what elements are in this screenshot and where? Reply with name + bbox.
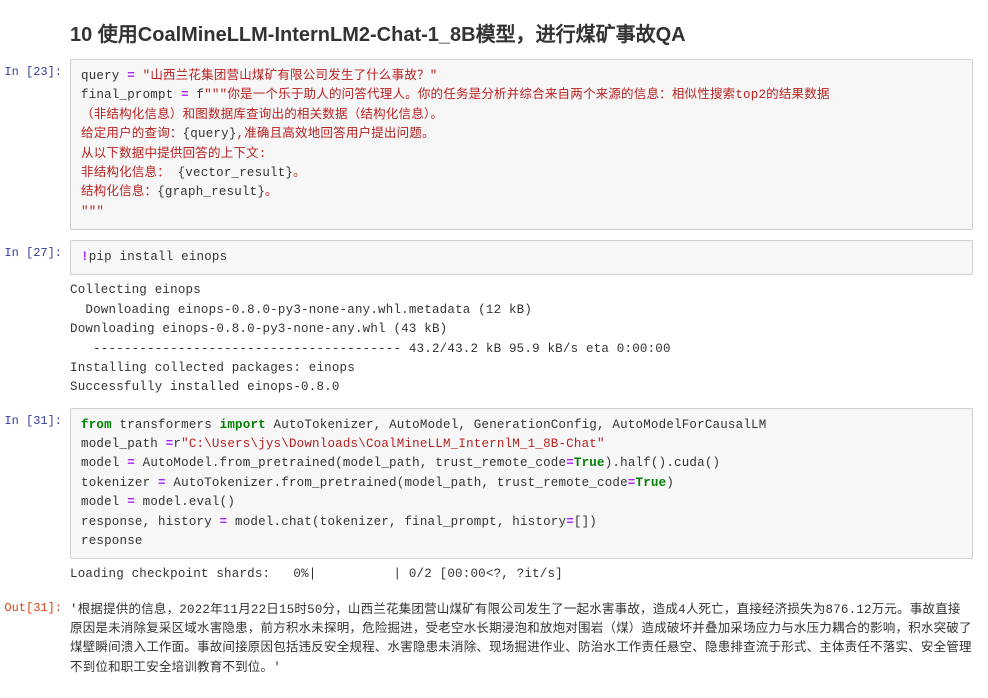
code-token: query [81, 69, 127, 83]
code-cell-31: In [31]: from transformers import AutoTo… [0, 408, 988, 585]
code-token: tokenizer [81, 476, 158, 490]
code-token: response, history [81, 515, 220, 529]
code-token: []) [574, 515, 597, 529]
code-token: model [81, 456, 127, 470]
stdout-output: Collecting einops Downloading einops-0.8… [70, 275, 973, 397]
code-input[interactable]: query = "山西兰花集团营山煤矿有限公司发生了什么事故？" final_p… [70, 59, 973, 230]
code-input[interactable]: from transformers import AutoTokenizer, … [70, 408, 973, 560]
code-token: model_path [81, 437, 166, 451]
code-token [135, 69, 143, 83]
code-token: import [220, 418, 266, 432]
out-prompt: Out[31]: [0, 595, 70, 615]
code-token: model [81, 495, 127, 509]
code-token: True [574, 456, 605, 470]
code-token: transformers [112, 418, 220, 432]
result-output: '根据提供的信息，2022年11月22日15时50分，山西兰花集团营山煤矿有限公… [70, 595, 973, 679]
code-token: {query} [183, 127, 237, 141]
code-input[interactable]: !pip install einops [70, 240, 973, 275]
code-token: = [628, 476, 636, 490]
code-cell-27: In [27]: !pip install einops Collecting … [0, 240, 988, 398]
code-token: = [127, 456, 135, 470]
code-token: final_prompt [81, 88, 181, 102]
stdout-output: Loading checkpoint shards: 0%| | 0/2 [00… [70, 559, 973, 584]
code-token: r [173, 437, 181, 451]
code-token: {graph_result} [157, 185, 265, 199]
code-token: ).half().cuda() [605, 456, 721, 470]
code-token: = [566, 515, 574, 529]
code-token: True [636, 476, 667, 490]
code-token: = [158, 476, 166, 490]
in-prompt: In [31]: [0, 408, 70, 428]
code-token: model.chat(tokenizer, final_prompt, hist… [227, 515, 566, 529]
code-token: AutoTokenizer.from_pretrained(model_path… [166, 476, 628, 490]
code-token: model.eval() [135, 495, 235, 509]
code-token: AutoTokenizer, AutoModel, GenerationConf… [266, 418, 767, 432]
code-token: = [566, 456, 574, 470]
notebook: 10 使用CoalMineLLM-InternLM2-Chat-1_8B模型，进… [0, 0, 988, 698]
code-token: from [81, 418, 112, 432]
code-token: = [127, 69, 135, 83]
code-token: {vector_result} [178, 166, 294, 180]
code-token: ) [666, 476, 674, 490]
section-heading: 10 使用CoalMineLLM-InternLM2-Chat-1_8B模型，进… [0, 10, 988, 59]
code-token: = [181, 88, 189, 102]
code-token: AutoModel.from_pretrained(model_path, tr… [135, 456, 566, 470]
code-cell-23: In [23]: query = "山西兰花集团营山煤矿有限公司发生了什么事故？… [0, 59, 988, 230]
code-token: f [189, 88, 204, 102]
code-token: response [81, 534, 143, 548]
code-token: = [127, 495, 135, 509]
code-token: "山西兰花集团营山煤矿有限公司发生了什么事故？" [143, 69, 438, 83]
code-token: pip install einops [89, 250, 228, 264]
in-prompt: In [23]: [0, 59, 70, 79]
in-prompt: In [27]: [0, 240, 70, 260]
code-token: "C:\Users\jys\Downloads\CoalMineLLM_Inte… [181, 437, 605, 451]
code-token: ! [81, 250, 89, 264]
output-cell-31: Out[31]: '根据提供的信息，2022年11月22日15时50分，山西兰花… [0, 595, 988, 679]
